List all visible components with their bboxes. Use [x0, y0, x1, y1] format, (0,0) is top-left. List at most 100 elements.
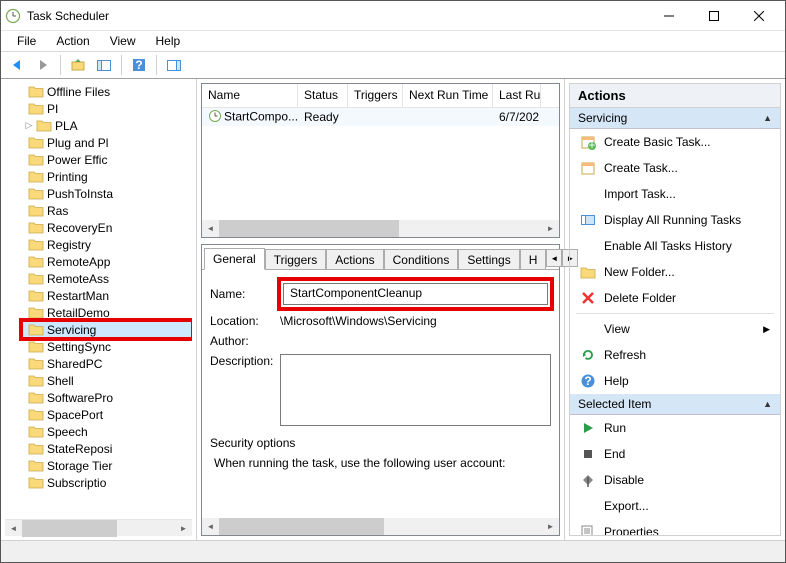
- refresh-icon: [580, 347, 596, 363]
- column-header-name[interactable]: Name: [202, 84, 298, 107]
- task-detail: GeneralTriggersActionsConditionsSettings…: [201, 244, 560, 536]
- action-view[interactable]: View▶: [570, 316, 780, 342]
- show-hide-action-button[interactable]: [162, 53, 186, 77]
- action-enable-all-tasks-history[interactable]: Enable All Tasks History: [570, 233, 780, 259]
- column-header-lastru[interactable]: Last Ru: [493, 84, 541, 107]
- tree-item-remoteass[interactable]: RemoteAss: [22, 270, 192, 287]
- description-input[interactable]: [280, 354, 551, 426]
- task-name-input[interactable]: StartComponentCleanup: [283, 283, 548, 305]
- scroll-left-icon[interactable]: ◄: [5, 520, 22, 537]
- menu-action[interactable]: Action: [46, 32, 99, 50]
- folder-icon: [28, 459, 44, 473]
- menu-view[interactable]: View: [100, 32, 146, 50]
- task-row[interactable]: StartCompo...Ready6/7/202: [202, 108, 559, 126]
- app-icon: [5, 8, 21, 24]
- forward-button[interactable]: [31, 53, 55, 77]
- tree-item-shell[interactable]: Shell: [22, 372, 192, 389]
- tree-item-servicing[interactable]: Servicing: [22, 321, 192, 338]
- actions-section-selected[interactable]: Selected Item ▲: [570, 394, 780, 415]
- tree-item-registry[interactable]: Registry: [22, 236, 192, 253]
- tree-item-label: Ras: [47, 204, 68, 218]
- task-list-body[interactable]: StartCompo...Ready6/7/202: [202, 108, 559, 220]
- scroll-thumb[interactable]: [219, 220, 399, 237]
- tree-item-label: Subscriptio: [47, 476, 106, 490]
- tree-item-subscriptio[interactable]: Subscriptio: [22, 474, 192, 491]
- scroll-right-icon[interactable]: ►: [542, 518, 559, 535]
- action-end[interactable]: End: [570, 441, 780, 467]
- scroll-left-icon[interactable]: ◄: [202, 518, 219, 535]
- column-header-status[interactable]: Status: [298, 84, 348, 107]
- detail-hscroll[interactable]: ◄ ►: [202, 518, 559, 535]
- tree-item-pi[interactable]: PI: [22, 100, 192, 117]
- up-button[interactable]: [66, 53, 90, 77]
- menu-help[interactable]: Help: [146, 32, 191, 50]
- menu-file[interactable]: File: [7, 32, 46, 50]
- tree-item-remoteapp[interactable]: RemoteApp: [22, 253, 192, 270]
- tree-item-storagetier[interactable]: Storage Tier: [22, 457, 192, 474]
- tree-item-plugandpl[interactable]: Plug and Pl: [22, 134, 192, 151]
- tree-item-recoveryen[interactable]: RecoveryEn: [22, 219, 192, 236]
- action-run[interactable]: Run: [570, 415, 780, 441]
- column-header-triggers[interactable]: Triggers: [348, 84, 403, 107]
- tree-item-pushtoinsta[interactable]: PushToInsta: [22, 185, 192, 202]
- action-display-all-running-tasks[interactable]: Display All Running Tasks: [570, 207, 780, 233]
- calendar-create-icon: +: [580, 134, 596, 150]
- folder-icon: [28, 476, 44, 490]
- action-label: Import Task...: [604, 187, 770, 201]
- scroll-right-icon[interactable]: ►: [175, 520, 192, 537]
- tab-general[interactable]: General: [204, 248, 265, 270]
- action-export[interactable]: Export...: [570, 493, 780, 519]
- action-label: Enable All Tasks History: [604, 239, 770, 253]
- tasklist-hscroll[interactable]: ◄ ►: [202, 220, 559, 237]
- tree-item-ras[interactable]: Ras: [22, 202, 192, 219]
- help-button[interactable]: ?: [127, 53, 151, 77]
- tab-conditions[interactable]: Conditions: [384, 249, 459, 270]
- tree-item-softwarepro[interactable]: SoftwarePro: [22, 389, 192, 406]
- scroll-right-icon[interactable]: ►: [542, 220, 559, 237]
- action-help[interactable]: ?Help: [570, 368, 780, 394]
- scroll-thumb[interactable]: [22, 520, 117, 537]
- tree-item-sharedpc[interactable]: SharedPC: [22, 355, 192, 372]
- close-button[interactable]: [736, 2, 781, 30]
- folder-icon: [28, 442, 44, 456]
- tree-item-label: Storage Tier: [47, 459, 112, 473]
- action-new-folder[interactable]: New Folder...: [570, 259, 780, 285]
- tab-triggers[interactable]: Triggers: [265, 249, 327, 270]
- tab-scroll-left[interactable]: ◄: [546, 249, 562, 267]
- folder-icon: [28, 323, 44, 337]
- action-disable[interactable]: Disable: [570, 467, 780, 493]
- tree-item-printing[interactable]: Printing: [22, 168, 192, 185]
- expand-icon[interactable]: ▷: [22, 120, 36, 131]
- show-hide-console-button[interactable]: [92, 53, 116, 77]
- tree-item-powereffic[interactable]: Power Effic: [22, 151, 192, 168]
- column-header-nextruntime[interactable]: Next Run Time: [403, 84, 493, 107]
- tree-hscroll[interactable]: ◄ ►: [5, 519, 192, 536]
- action-refresh[interactable]: Refresh: [570, 342, 780, 368]
- tree-item-spaceport[interactable]: SpacePort: [22, 406, 192, 423]
- maximize-button[interactable]: [691, 2, 736, 30]
- actions-sep: [576, 313, 774, 314]
- scroll-thumb[interactable]: [219, 518, 384, 535]
- tree-item-offlinefiles[interactable]: Offline Files: [22, 83, 192, 100]
- tree-item-statereposi[interactable]: StateReposi: [22, 440, 192, 457]
- tree-item-speech[interactable]: Speech: [22, 423, 192, 440]
- tree-item-retaildemo[interactable]: RetailDemo: [22, 304, 192, 321]
- minimize-button[interactable]: [646, 2, 691, 30]
- folder-icon: [28, 374, 44, 388]
- tab-actions[interactable]: Actions: [326, 249, 383, 270]
- back-button[interactable]: [5, 53, 29, 77]
- tab-settings[interactable]: Settings: [458, 249, 519, 270]
- tree-inner[interactable]: Offline FilesPI▷PLAPlug and PlPower Effi…: [5, 83, 192, 519]
- tree-item-settingsync[interactable]: SettingSync: [22, 338, 192, 355]
- tree-item-pla[interactable]: ▷PLA: [22, 117, 192, 134]
- action-create-task[interactable]: Create Task...: [570, 155, 780, 181]
- action-create-basic-task[interactable]: +Create Basic Task...: [570, 129, 780, 155]
- tab-h[interactable]: H: [520, 249, 547, 270]
- action-import-task[interactable]: Import Task...: [570, 181, 780, 207]
- actions-section-servicing[interactable]: Servicing ▲: [570, 108, 780, 129]
- action-properties[interactable]: Properties: [570, 519, 780, 536]
- scroll-left-icon[interactable]: ◄: [202, 220, 219, 237]
- action-delete-folder[interactable]: Delete Folder: [570, 285, 780, 311]
- tree-item-label: Printing: [47, 170, 88, 184]
- tree-item-restartman[interactable]: RestartMan: [22, 287, 192, 304]
